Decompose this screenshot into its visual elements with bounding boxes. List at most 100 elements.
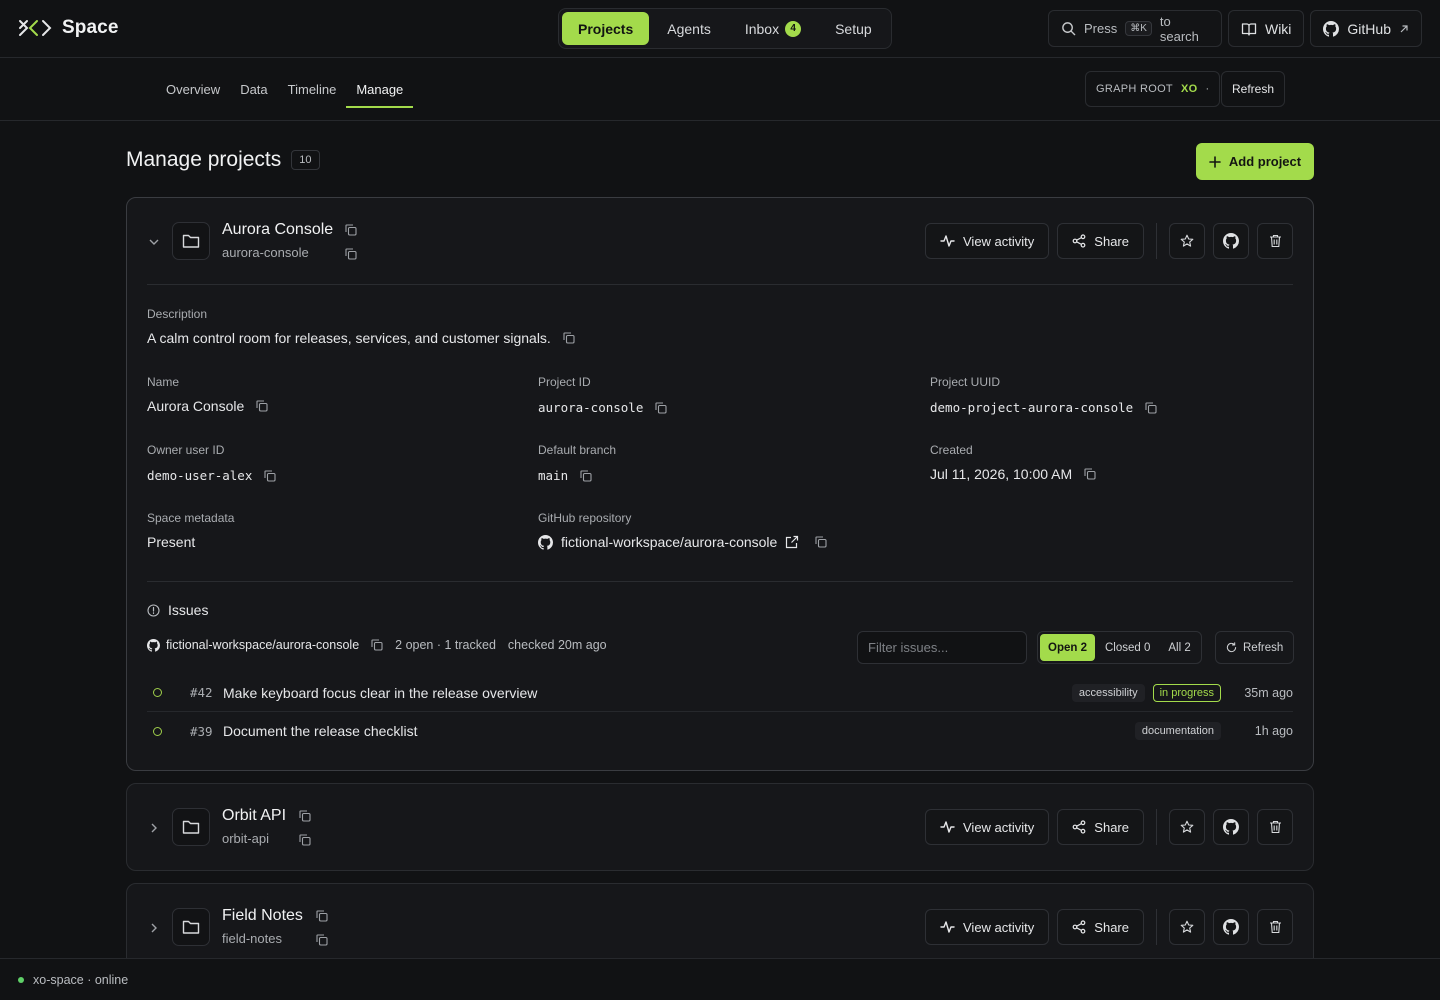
page-title-text: Manage projects [126, 148, 282, 171]
page-title: Manage projects 10 [126, 148, 320, 172]
name-value: Aurora Console [147, 398, 268, 414]
repo-value: fictional-workspace/aurora-console [538, 534, 827, 550]
delete-button[interactable] [1257, 909, 1293, 945]
view-activity-button[interactable]: View activity [925, 809, 1050, 845]
plus-icon [1209, 155, 1221, 168]
copy-icon[interactable] [371, 639, 383, 651]
issue-state-toggle: Open 2 Closed 0 All 2 [1037, 631, 1202, 664]
activity-icon [940, 920, 955, 934]
project-tabs: Overview Data Timeline Manage [156, 58, 414, 121]
tab-timeline[interactable]: Timeline [278, 58, 347, 121]
issue-row[interactable]: #42 Make keyboard focus clear in the rel… [147, 674, 1293, 712]
filter-issues-input[interactable] [857, 631, 1027, 664]
copy-icon[interactable] [316, 910, 328, 922]
owner-text: demo-user-alex [147, 468, 253, 483]
github-icon [1323, 20, 1340, 37]
copy-icon[interactable] [345, 248, 357, 260]
issues-heading: Issues [147, 602, 208, 618]
description-text: A calm control room for releases, servic… [147, 330, 551, 346]
tab-overview[interactable]: Overview [156, 58, 230, 121]
search-icon [1061, 21, 1076, 36]
tab-manage[interactable]: Manage [346, 58, 414, 121]
issue-row[interactable]: #39 Document the release checklist docum… [147, 712, 1293, 750]
github-link[interactable]: GitHub [1310, 10, 1422, 47]
search-prefix: Press [1083, 21, 1118, 36]
app-logo[interactable]: Space [18, 16, 118, 40]
copy-icon[interactable] [1084, 468, 1096, 480]
view-activity-label: View activity [963, 233, 1035, 249]
issue-filter-closed[interactable]: Closed 0 [1097, 634, 1158, 661]
project-slug: orbit-api [222, 831, 269, 846]
online-status-icon [18, 976, 24, 983]
copy-icon[interactable] [1145, 401, 1157, 414]
tab-data[interactable]: Data [230, 58, 277, 121]
copy-icon[interactable] [299, 834, 311, 846]
copy-icon[interactable] [299, 810, 311, 822]
copy-icon[interactable] [345, 224, 357, 236]
share-button[interactable]: Share [1057, 223, 1144, 259]
view-activity-button[interactable]: View activity [925, 223, 1050, 259]
open-issue-icon [153, 688, 162, 697]
issue-title[interactable]: Document the release checklist [223, 723, 1127, 739]
share-button[interactable]: Share [1057, 909, 1144, 945]
owner-label: Owner user ID [147, 443, 225, 457]
favorite-button[interactable] [1169, 223, 1205, 259]
metadata-value: Present [147, 534, 195, 550]
nav-projects-label: Projects [578, 20, 634, 37]
share-button[interactable]: Share [1057, 809, 1144, 845]
issue-filter-open[interactable]: Open 2 [1040, 634, 1095, 661]
chevron-right-icon[interactable] [147, 921, 161, 935]
issue-filter-all[interactable]: All 2 [1160, 634, 1198, 661]
graph-root-label: GRAPH ROOT [1096, 83, 1173, 95]
project-slug: aurora-console [222, 245, 309, 260]
issue-title[interactable]: Make keyboard focus clear in the release… [223, 685, 1064, 701]
graph-root-value: XO [1180, 83, 1198, 95]
graph-root-suffix: · [1205, 83, 1210, 95]
copy-icon[interactable] [256, 400, 268, 412]
nav-agents[interactable]: Agents [651, 12, 727, 45]
view-activity-button[interactable]: View activity [925, 909, 1050, 945]
open-github-button[interactable] [1213, 909, 1249, 945]
add-project-button[interactable]: Add project [1196, 143, 1314, 180]
copy-icon[interactable] [316, 934, 328, 946]
nav-setup[interactable]: Setup [819, 12, 888, 45]
open-github-button[interactable] [1213, 223, 1249, 259]
graph-root-selector[interactable]: GRAPH ROOT XO · [1085, 71, 1221, 107]
copy-icon[interactable] [655, 401, 667, 414]
copy-icon[interactable] [580, 469, 592, 482]
status-text: xo-space · online [33, 972, 129, 987]
chevron-right-icon[interactable] [147, 821, 161, 835]
search-button[interactable]: Press ⌘K to search [1047, 10, 1222, 47]
open-github-button[interactable] [1213, 809, 1249, 845]
refresh-button[interactable]: Refresh [1221, 71, 1286, 107]
view-activity-label: View activity [963, 819, 1035, 835]
issues-refresh-button[interactable]: Refresh [1215, 631, 1295, 664]
share-icon [1072, 920, 1086, 934]
main-nav: Projects Agents Inbox 4 Setup [558, 8, 892, 49]
issues-checked: checked 20m ago [507, 638, 607, 652]
copy-icon[interactable] [563, 332, 575, 344]
repo-link[interactable]: fictional-workspace/aurora-console [561, 534, 777, 550]
project-card-aurora-console: Aurora Console aurora-console View activ… [126, 197, 1314, 771]
name-label: Name [147, 375, 180, 389]
favorite-button[interactable] [1169, 909, 1205, 945]
issue-tag: documentation [1134, 722, 1221, 740]
wiki-link[interactable]: Wiki [1227, 10, 1305, 47]
delete-button[interactable] [1257, 809, 1293, 845]
issues-repo-name[interactable]: fictional-workspace/aurora-console [166, 638, 359, 652]
issue-time: 1h ago [1254, 724, 1293, 738]
favorite-button[interactable] [1169, 809, 1205, 845]
copy-icon[interactable] [264, 469, 276, 482]
star-icon [1180, 820, 1194, 834]
chevron-down-icon[interactable] [147, 235, 161, 249]
project-name: Aurora Console [222, 221, 334, 238]
external-link-icon[interactable] [785, 535, 799, 549]
share-label: Share [1094, 819, 1129, 835]
copy-icon[interactable] [815, 536, 827, 548]
nav-inbox[interactable]: Inbox 4 [729, 12, 817, 45]
nav-projects[interactable]: Projects [562, 12, 650, 45]
view-activity-label: View activity [963, 919, 1035, 935]
issues-meta: fictional-workspace/aurora-console 2 ope… [147, 638, 607, 652]
uuid-value: demo-project-aurora-console [930, 400, 1157, 415]
delete-button[interactable] [1257, 223, 1293, 259]
